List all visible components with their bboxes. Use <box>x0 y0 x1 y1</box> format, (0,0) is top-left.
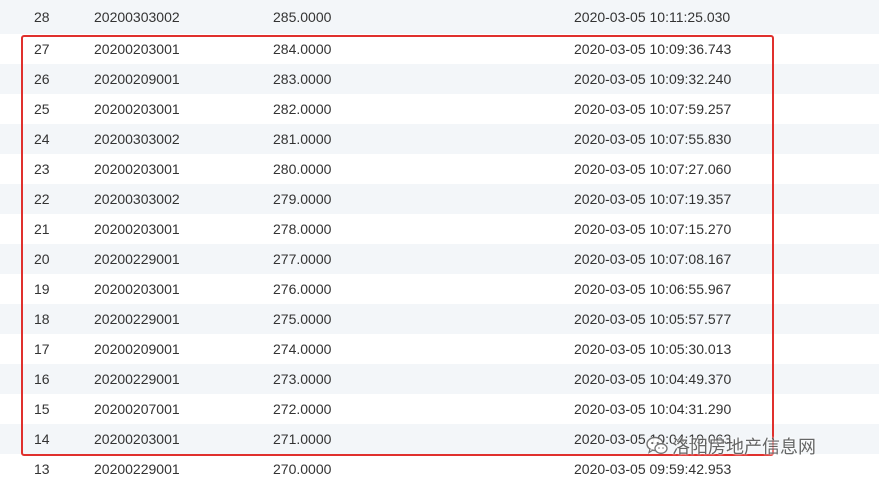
watermark-text: 洛阳房地产信息网 <box>672 437 816 458</box>
screenshot-stage: 28 20200303002 285.0000 2020-03-05 10:11… <box>0 0 879 485</box>
row-id-cell: 14 <box>34 431 50 447</box>
row-code-cell: 20200229001 <box>94 311 180 327</box>
row-time-cell: 2020-03-05 10:05:30.013 <box>574 341 732 357</box>
row-time-cell: 2020-03-05 10:09:36.743 <box>574 41 732 57</box>
row-time-cell: 2020-03-05 10:07:19.357 <box>574 191 732 207</box>
table-row[interactable]: 28 20200303002 285.0000 2020-03-05 10:11… <box>0 0 879 34</box>
row-price-cell: 273.0000 <box>273 371 332 387</box>
table-row[interactable]: 25 20200203001 282.0000 2020-03-05 10:07… <box>0 94 879 124</box>
row-code-cell: 20200209001 <box>94 341 180 357</box>
table-row[interactable]: 22 20200303002 279.0000 2020-03-05 10:07… <box>0 184 879 214</box>
row-id-cell: 15 <box>34 401 50 417</box>
row-price-cell: 282.0000 <box>273 101 332 117</box>
row-id-cell: 28 <box>34 9 50 25</box>
row-code-cell: 20200203001 <box>94 221 180 237</box>
row-code-cell: 20200203001 <box>94 281 180 297</box>
row-code-cell: 20200203001 <box>94 101 180 117</box>
row-price-cell: 277.0000 <box>273 251 332 267</box>
row-id-cell: 20 <box>34 251 50 267</box>
table-row[interactable]: 26 20200209001 283.0000 2020-03-05 10:09… <box>0 64 879 94</box>
row-price-cell: 284.0000 <box>273 41 332 57</box>
row-time-cell: 2020-03-05 10:04:49.370 <box>574 371 732 387</box>
row-code-cell: 20200303002 <box>94 191 180 207</box>
wechat-icon <box>646 436 668 456</box>
row-id-cell: 19 <box>34 281 50 297</box>
row-code-cell: 20200229001 <box>94 461 180 477</box>
row-code-cell: 20200203001 <box>94 161 180 177</box>
row-price-cell: 276.0000 <box>273 281 332 297</box>
row-id-cell: 18 <box>34 311 50 327</box>
table-row[interactable]: 27 20200203001 284.0000 2020-03-05 10:09… <box>0 34 879 64</box>
row-id-cell: 23 <box>34 161 50 177</box>
row-price-cell: 271.0000 <box>273 431 332 447</box>
row-id-cell: 16 <box>34 371 50 387</box>
records-table: 28 20200303002 285.0000 2020-03-05 10:11… <box>0 0 879 484</box>
row-id-cell: 26 <box>34 71 50 87</box>
row-price-cell: 281.0000 <box>273 131 332 147</box>
row-price-cell: 279.0000 <box>273 191 332 207</box>
row-price-cell: 283.0000 <box>273 71 332 87</box>
row-price-cell: 275.0000 <box>273 311 332 327</box>
row-time-cell: 2020-03-05 10:07:08.167 <box>574 251 732 267</box>
row-id-cell: 25 <box>34 101 50 117</box>
row-code-cell: 20200203001 <box>94 431 180 447</box>
row-id-cell: 22 <box>34 191 50 207</box>
row-id-cell: 13 <box>34 461 50 477</box>
table-row[interactable]: 18 20200229001 275.0000 2020-03-05 10:05… <box>0 304 879 334</box>
table-row[interactable]: 19 20200203001 276.0000 2020-03-05 10:06… <box>0 274 879 304</box>
table-row[interactable]: 17 20200209001 274.0000 2020-03-05 10:05… <box>0 334 879 364</box>
row-price-cell: 270.0000 <box>273 461 332 477</box>
row-code-cell: 20200207001 <box>94 401 180 417</box>
row-id-cell: 24 <box>34 131 50 147</box>
table-row[interactable]: 23 20200203001 280.0000 2020-03-05 10:07… <box>0 154 879 184</box>
row-price-cell: 278.0000 <box>273 221 332 237</box>
row-id-cell: 17 <box>34 341 50 357</box>
row-code-cell: 20200229001 <box>94 371 180 387</box>
table-row[interactable]: 16 20200229001 273.0000 2020-03-05 10:04… <box>0 364 879 394</box>
row-price-cell: 285.0000 <box>273 9 332 25</box>
row-code-cell: 20200303002 <box>94 131 180 147</box>
row-code-cell: 20200229001 <box>94 251 180 267</box>
row-time-cell: 2020-03-05 10:11:25.030 <box>574 9 731 25</box>
table-row[interactable]: 24 20200303002 281.0000 2020-03-05 10:07… <box>0 124 879 154</box>
row-price-cell: 272.0000 <box>273 401 332 417</box>
row-time-cell: 2020-03-05 10:04:31.290 <box>574 401 732 417</box>
row-id-cell: 21 <box>34 221 50 237</box>
table-row[interactable]: 21 20200203001 278.0000 2020-03-05 10:07… <box>0 214 879 244</box>
row-time-cell: 2020-03-05 10:07:55.830 <box>574 131 732 147</box>
row-code-cell: 20200303002 <box>94 9 180 25</box>
row-code-cell: 20200209001 <box>94 71 180 87</box>
row-time-cell: 2020-03-05 10:07:15.270 <box>574 221 732 237</box>
row-time-cell: 2020-03-05 10:05:57.577 <box>574 311 732 327</box>
table-row[interactable]: 15 20200207001 272.0000 2020-03-05 10:04… <box>0 394 879 424</box>
row-price-cell: 274.0000 <box>273 341 332 357</box>
row-price-cell: 280.0000 <box>273 161 332 177</box>
table-row[interactable]: 20 20200229001 277.0000 2020-03-05 10:07… <box>0 244 879 274</box>
row-time-cell: 2020-03-05 10:09:32.240 <box>574 71 732 87</box>
row-time-cell: 2020-03-05 10:06:55.967 <box>574 281 732 297</box>
row-code-cell: 20200203001 <box>94 41 180 57</box>
row-time-cell: 2020-03-05 10:07:59.257 <box>574 101 732 117</box>
row-id-cell: 27 <box>34 41 50 57</box>
watermark: 洛阳房地产信息网 <box>646 433 816 459</box>
row-time-cell: 2020-03-05 10:07:27.060 <box>574 161 732 177</box>
